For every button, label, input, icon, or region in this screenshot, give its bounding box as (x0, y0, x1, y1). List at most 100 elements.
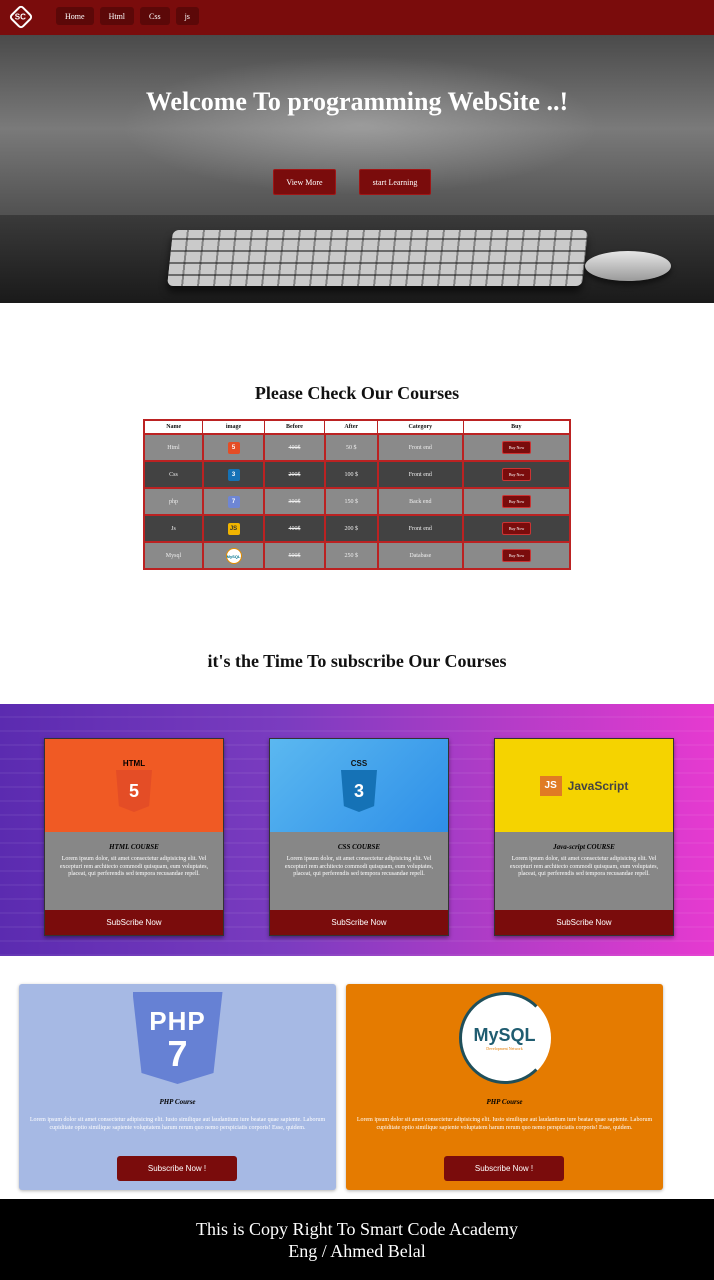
nav-link-html[interactable]: Html (99, 7, 135, 25)
price-after: 50 $ (323, 433, 379, 462)
css-course-card: CSS 3 CSS COURSE Lorem ipsum dolor, sit … (269, 738, 449, 936)
javascript-wordmark: JavaScript (567, 778, 629, 793)
mysql-icon: MySQL (225, 547, 242, 564)
js-icon: JS (539, 775, 562, 796)
css3-icon: 3 (227, 468, 240, 481)
mysql-logo-text: MySQL (473, 1025, 536, 1045)
card-title: CSS COURSE (337, 843, 381, 851)
mouse-image (585, 251, 671, 281)
subscribe-now-button[interactable]: Subscribe Now ! (444, 1156, 564, 1181)
table-row: php 7 300$ 150 $ Back end Buy Now (143, 487, 571, 516)
course-name: Css (143, 460, 204, 489)
course-name: Mysql (143, 541, 204, 570)
nav-link-home[interactable]: Home (56, 7, 94, 25)
card-title: Java-script COURSE (553, 843, 615, 851)
table-row: Html 5 400$ 50 $ Front end Buy Now (143, 433, 571, 462)
card-title: PHP Course (159, 1098, 196, 1106)
column-header-name: Name (143, 419, 204, 435)
column-header-category: Category (377, 419, 464, 435)
hero-section: Welcome To programming WebSite ..! View … (0, 35, 714, 303)
html5-icon: 5 (227, 441, 240, 454)
nav-link-js[interactable]: js (175, 7, 199, 25)
card-text: Lorem ipsum dolor, sit amet consectetur … (59, 856, 209, 877)
card-logo-area: CSS 3 (270, 739, 448, 832)
html5-logo: HTML 5 (116, 759, 152, 812)
course-category: Database (376, 541, 465, 570)
php7-logo-icon: PHP 7 (132, 992, 223, 1084)
footer: This is Copy Right To Smart Code Academy… (0, 1199, 714, 1280)
card-title: HTML COURSE (109, 843, 159, 851)
buy-now-button[interactable]: Buy Now (501, 522, 532, 535)
site-logo[interactable]: SC (8, 4, 34, 30)
course-category: Front end (376, 514, 465, 543)
course-name: php (143, 487, 204, 516)
javascript-course-card: JS JavaScript Java-script COURSE Lorem i… (494, 738, 674, 936)
buy-now-button[interactable]: Buy Now (501, 549, 532, 562)
buy-cell: Buy Now (462, 514, 571, 543)
css3-icon: 3 (341, 770, 377, 812)
card-title: PHP Course (486, 1098, 523, 1106)
card-text: Lorem ipsum dolor sit amet consectetur a… (356, 1117, 653, 1131)
buy-now-button[interactable]: Buy Now (501, 468, 532, 481)
card-text: Lorem ipsum dolor, sit amet consectetur … (509, 856, 659, 877)
course-category: Back end (376, 487, 465, 516)
php-course-card: PHP 7 PHP Course Lorem ipsum dolor sit a… (19, 984, 336, 1190)
column-header-after: After (324, 419, 379, 435)
js-icon: JS (227, 522, 240, 535)
course-name: Html (143, 433, 204, 462)
buy-cell: Buy Now (462, 460, 571, 489)
course-name: Js (143, 514, 204, 543)
css-logo-label: CSS (350, 759, 368, 768)
keyboard-image (167, 230, 588, 286)
html-course-card: HTML 5 HTML COURSE Lorem ipsum dolor, si… (44, 738, 224, 936)
column-header-buy: Buy (462, 419, 571, 435)
price-after: 200 $ (323, 514, 379, 543)
subscribe-now-button[interactable]: Subscribe Now ! (117, 1156, 237, 1181)
card-logo-area: HTML 5 (45, 739, 223, 832)
buy-now-button[interactable]: Buy Now (501, 495, 532, 508)
price-before: 500$ (263, 541, 326, 570)
card-text: Lorem ipsum dolor sit amet consectetur a… (29, 1117, 326, 1131)
price-after: 100 $ (323, 460, 379, 489)
subscribe-now-button[interactable]: SubScribe Now (495, 910, 673, 935)
course-image-cell: 3 (201, 460, 266, 489)
javascript-logo: JS JavaScript (539, 775, 629, 796)
css3-logo: CSS 3 (341, 759, 377, 812)
courses-title: Please Check Our Courses (254, 383, 460, 403)
start-learning-button[interactable]: start Learning (359, 169, 431, 195)
mysql-logo-subtitle: Development Network (486, 1046, 523, 1051)
column-header-before: Before (263, 419, 326, 435)
table-row: Js JS 400$ 200 $ Front end Buy Now (143, 514, 571, 543)
table-row: Css 3 200$ 100 $ Front end Buy Now (143, 460, 571, 489)
logo-text: SC (15, 12, 27, 22)
card-logo-area: MySQL Development Network (346, 992, 663, 1084)
buy-cell: Buy Now (462, 487, 571, 516)
course-image-cell: 7 (201, 487, 266, 516)
price-before: 300$ (263, 487, 326, 516)
footer-author: Eng / Ahmed Belal (288, 1241, 426, 1261)
view-more-button[interactable]: View More (273, 169, 336, 195)
price-after: 150 $ (323, 487, 379, 516)
nav-link-css[interactable]: Css (140, 7, 170, 25)
hero-title: Welcome To programming WebSite ..! (145, 87, 569, 116)
nav-links: Home Html Css js (56, 7, 199, 25)
card-logo-area: JS JavaScript (495, 739, 673, 832)
courses-table: Name image Before After Category Buy Htm… (143, 419, 571, 570)
mysql-logo-icon: MySQL Development Network (458, 992, 551, 1084)
subscribe-title: it's the Time To subscribe Our Courses (207, 651, 507, 671)
course-image-cell: 5 (201, 433, 266, 462)
php-logo-version: 7 (167, 1033, 188, 1074)
buy-cell: Buy Now (462, 541, 571, 570)
footer-copyright: This is Copy Right To Smart Code Academy (196, 1219, 518, 1239)
buy-now-button[interactable]: Buy Now (501, 441, 532, 454)
html-logo-label: HTML (122, 759, 146, 768)
php7-icon: 7 (227, 495, 240, 508)
mysql-course-card: MySQL Development Network PHP Course Lor… (346, 984, 663, 1190)
html5-glyph: 5 (128, 780, 139, 801)
subscribe-now-button[interactable]: SubScribe Now (45, 910, 223, 935)
subscribe-now-button[interactable]: SubScribe Now (270, 910, 448, 935)
course-category: Front end (376, 460, 465, 489)
course-image-cell: JS (201, 514, 266, 543)
card-text: Lorem ipsum dolor, sit amet consectetur … (284, 856, 434, 877)
buy-cell: Buy Now (462, 433, 571, 462)
